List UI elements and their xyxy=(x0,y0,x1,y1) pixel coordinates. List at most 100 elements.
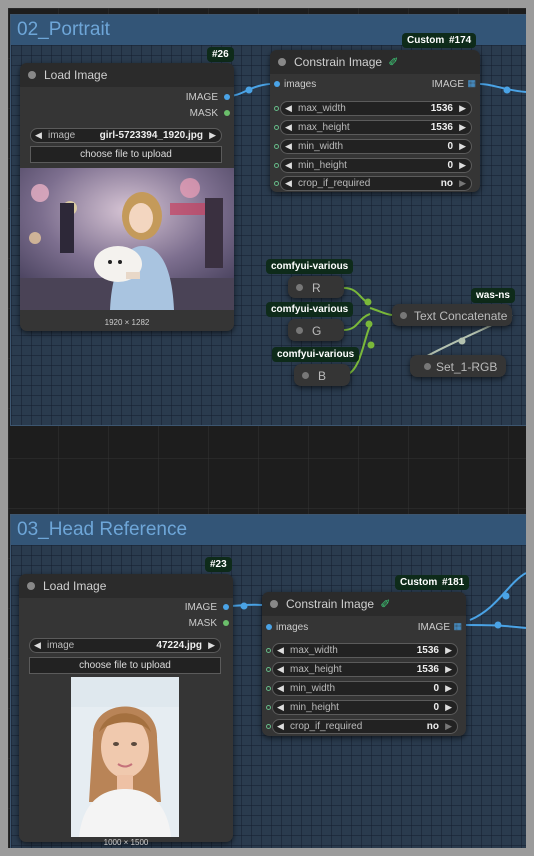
node-title: B xyxy=(318,369,327,383)
crop-if-required-widget[interactable]: ◀ crop_if_required no ▶ xyxy=(266,719,458,734)
arrow-right-icon[interactable]: ▶ xyxy=(445,683,452,694)
collapse-dot[interactable] xyxy=(278,58,286,66)
collapse-dot[interactable] xyxy=(296,284,303,291)
image-select[interactable]: ◀ image 47224.jpg ▶ xyxy=(29,638,221,653)
node-canvas[interactable]: 02_Portrait 03_Head Reference #26 Load I… xyxy=(8,8,526,848)
input-images-label: images xyxy=(284,79,317,90)
load-image-node[interactable]: Load Image IMAGE MASK ◀ image girl-57233… xyxy=(20,63,234,331)
widget-socket[interactable] xyxy=(266,648,271,653)
arrow-left-icon[interactable]: ◀ xyxy=(277,721,284,732)
collapse-dot[interactable] xyxy=(296,327,303,334)
widget-socket[interactable] xyxy=(266,724,271,729)
widget-socket[interactable] xyxy=(274,163,279,168)
arrow-left-icon[interactable]: ◀ xyxy=(285,122,292,133)
collapse-dot[interactable] xyxy=(302,372,309,379)
link-icon: ✐ xyxy=(388,55,399,69)
arrow-right-icon[interactable]: ▶ xyxy=(459,178,466,189)
input-images-label: images xyxy=(276,622,309,633)
arrow-right-icon[interactable]: ▶ xyxy=(459,103,466,114)
arrow-left-icon[interactable]: ◀ xyxy=(285,141,292,152)
arrow-right-icon[interactable]: ▶ xyxy=(459,141,466,152)
widget-socket[interactable] xyxy=(266,667,271,672)
collapse-dot[interactable] xyxy=(400,312,407,319)
arrow-left-icon[interactable]: ◀ xyxy=(277,683,284,694)
grid-icon[interactable]: ▦ xyxy=(467,78,476,89)
constrain-image-node[interactable]: Constrain Image ✐ images IMAGE ▦ ◀ max_wi… xyxy=(270,50,480,192)
node-title: Text Concatenate xyxy=(414,309,508,323)
collapse-dot[interactable] xyxy=(27,582,35,590)
widget-socket[interactable] xyxy=(274,106,279,111)
arrow-right-icon[interactable]: ▶ xyxy=(445,721,452,732)
widget-label: min_height xyxy=(298,160,347,171)
output-image-label: IMAGE xyxy=(431,79,464,90)
node-title: Set_1-RGB xyxy=(436,360,498,374)
arrow-left-icon[interactable]: ◀ xyxy=(277,664,284,675)
set-node[interactable]: Set_1-RGB xyxy=(410,355,506,377)
output-mask-label: MASK xyxy=(189,108,218,119)
node-title-text: Constrain Image xyxy=(286,597,375,611)
widget-socket[interactable] xyxy=(266,705,271,710)
arrow-left-icon[interactable]: ◀ xyxy=(285,178,292,189)
arrow-left-icon[interactable]: ◀ xyxy=(34,640,41,651)
widget-label: max_width xyxy=(290,645,338,656)
widget-label: max_height xyxy=(290,664,342,675)
widget-value: 0 xyxy=(433,702,439,713)
max-height-widget[interactable]: ◀ max_height 1536 ▶ xyxy=(274,120,472,135)
arrow-left-icon[interactable]: ◀ xyxy=(285,160,292,171)
collapse-dot[interactable] xyxy=(424,363,431,370)
b-node[interactable]: B xyxy=(294,364,350,386)
min-width-widget[interactable]: ◀ min_width 0 ▶ xyxy=(266,681,458,696)
widget-socket[interactable] xyxy=(266,686,271,691)
arrow-right-icon[interactable]: ▶ xyxy=(445,645,452,656)
arrow-right-icon[interactable]: ▶ xyxy=(208,640,215,651)
widget-socket[interactable] xyxy=(274,144,279,149)
crop-if-required-widget[interactable]: ◀ crop_if_required no ▶ xyxy=(274,176,472,191)
grid-icon[interactable]: ▦ xyxy=(453,621,462,632)
input-images-port[interactable] xyxy=(266,624,272,630)
g-node[interactable]: G xyxy=(288,319,344,341)
output-mask-port[interactable] xyxy=(224,110,230,116)
node-title[interactable]: Load Image xyxy=(19,574,233,598)
arrow-left-icon[interactable]: ◀ xyxy=(277,645,284,656)
min-height-widget[interactable]: ◀ min_height 0 ▶ xyxy=(274,158,472,173)
max-width-widget[interactable]: ◀ max_width 1536 ▶ xyxy=(266,643,458,658)
widget-socket[interactable] xyxy=(274,181,279,186)
output-mask-port[interactable] xyxy=(223,620,229,626)
max-height-widget[interactable]: ◀ max_height 1536 ▶ xyxy=(266,662,458,677)
widget-label: crop_if_required xyxy=(298,178,371,189)
collapse-dot[interactable] xyxy=(270,600,278,608)
arrow-left-icon[interactable]: ◀ xyxy=(277,702,284,713)
image-preview xyxy=(71,677,179,837)
arrow-left-icon[interactable]: ◀ xyxy=(285,103,292,114)
output-image-port[interactable] xyxy=(223,604,229,610)
widget-value: 0 xyxy=(447,160,453,171)
min-width-widget[interactable]: ◀ min_width 0 ▶ xyxy=(274,139,472,154)
max-width-widget[interactable]: ◀ max_width 1536 ▶ xyxy=(274,101,472,116)
output-image-port[interactable] xyxy=(224,94,230,100)
arrow-right-icon[interactable]: ▶ xyxy=(209,130,216,141)
widget-value: no xyxy=(440,178,453,189)
arrow-left-icon[interactable]: ◀ xyxy=(35,130,42,141)
arrow-right-icon[interactable]: ▶ xyxy=(445,702,452,713)
node-title[interactable]: Constrain Image ✐ xyxy=(262,592,466,616)
upload-button[interactable]: choose file to upload xyxy=(30,146,222,163)
node-id-badge: #23 xyxy=(205,557,232,572)
group-title[interactable]: 03_Head Reference xyxy=(11,515,526,545)
r-node[interactable]: R xyxy=(288,276,344,298)
widget-value: 1536 xyxy=(416,664,439,675)
image-select[interactable]: ◀ image girl-5723394_1920.jpg ▶ xyxy=(30,128,222,143)
node-id-badge: #181 xyxy=(437,575,470,590)
widget-socket[interactable] xyxy=(274,125,279,130)
collapse-dot[interactable] xyxy=(28,71,36,79)
node-title[interactable]: Constrain Image ✐ xyxy=(270,50,480,74)
text-concatenate-node[interactable]: Text Concatenate xyxy=(392,304,512,326)
input-images-port[interactable] xyxy=(274,81,280,87)
upload-button[interactable]: choose file to upload xyxy=(29,657,221,674)
node-title[interactable]: Load Image xyxy=(20,63,234,87)
arrow-right-icon[interactable]: ▶ xyxy=(459,122,466,133)
arrow-right-icon[interactable]: ▶ xyxy=(459,160,466,171)
min-height-widget[interactable]: ◀ min_height 0 ▶ xyxy=(266,700,458,715)
arrow-right-icon[interactable]: ▶ xyxy=(445,664,452,675)
load-image-node[interactable]: Load Image IMAGE MASK ◀ image 47224.jpg … xyxy=(19,574,233,847)
constrain-image-node[interactable]: Constrain Image ✐ images IMAGE ▦ ◀ max_wi… xyxy=(262,592,466,736)
